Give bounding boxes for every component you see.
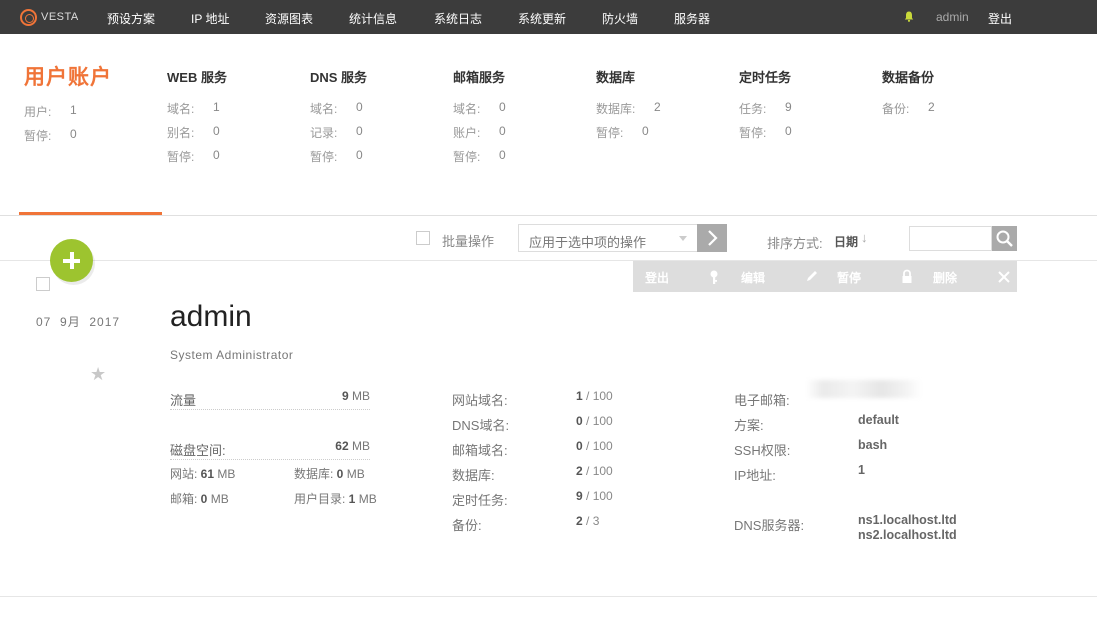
stat-dns-suspended: 暂停: 0 — [310, 148, 363, 164]
star-icon[interactable]: ★ — [90, 364, 106, 385]
package-value: default — [858, 413, 899, 427]
nav-item-packages[interactable]: 预设方案 — [107, 10, 155, 27]
email-label: 电子邮箱: — [734, 393, 790, 408]
apply-bulk-action-button[interactable] — [697, 224, 727, 252]
nav-item-firewall[interactable]: 防火墙 — [602, 10, 638, 27]
stat-web-domains: 域名: 1 — [167, 100, 220, 116]
bulk-action-select[interactable]: 应用于选中项的操作 — [518, 224, 698, 252]
login-as-button[interactable]: 登出 — [633, 261, 729, 292]
stat-users: 用户: 1 — [24, 103, 77, 119]
stat-dns-records: 记录: 0 — [310, 124, 363, 140]
traffic-label: 流量 — [170, 393, 197, 408]
limit-web-domains-value: 1 / 100 — [576, 389, 613, 403]
chevron-down-icon — [679, 236, 687, 241]
ip-value: 1 — [858, 463, 865, 477]
disk-value: 62 MB — [335, 439, 370, 453]
limit-mail-domains-value: 0 / 100 — [576, 439, 613, 453]
nav-item-log[interactable]: 系统日志 — [434, 10, 482, 27]
nav-item-server[interactable]: 服务器 — [674, 10, 710, 27]
dns-servers-label: DNS服务器: — [734, 518, 805, 533]
sort-direction-arrow-icon[interactable]: ↓ — [861, 230, 868, 245]
stat-users-suspended: 暂停: 0 — [24, 127, 77, 143]
tab-dns[interactable]: DNS 服务 — [310, 67, 367, 86]
delete-button[interactable]: 删除 — [921, 261, 1017, 292]
logout-link[interactable]: 登出 — [988, 10, 1012, 27]
limit-backups-value: 2 / 3 — [576, 514, 600, 528]
stat-mail-domains: 域名: 0 — [453, 100, 506, 116]
limit-dns-domains-label: DNS域名: — [452, 418, 510, 433]
disk-db: 数据库: 0 MB — [294, 467, 365, 481]
stat-web-suspended: 暂停: 0 — [167, 148, 220, 164]
search-icon — [996, 230, 1013, 247]
ssh-value: bash — [858, 438, 888, 452]
sort-label: 排序方式: — [767, 236, 823, 251]
logo-icon — [20, 8, 37, 26]
email-value-redacted — [806, 380, 922, 398]
limit-backups-label: 备份: — [452, 518, 482, 533]
row-select-checkbox[interactable] — [36, 277, 50, 291]
tab-users[interactable]: 用户账户 — [24, 61, 112, 91]
stat-mail-accounts: 账户: 0 — [453, 124, 506, 140]
stat-cron-jobs: 任务: 9 — [739, 100, 792, 116]
search-input[interactable] — [909, 226, 992, 251]
nav-item-stats[interactable]: 统计信息 — [349, 10, 397, 27]
nav-item-graphs[interactable]: 资源图表 — [265, 10, 313, 27]
bulk-select-all-checkbox[interactable] — [416, 231, 430, 245]
stat-db-count: 数据库: 2 — [596, 100, 661, 116]
stat-dns-domains: 域名: 0 — [310, 100, 363, 116]
limit-cron-value: 9 / 100 — [576, 489, 613, 503]
limit-databases-label: 数据库: — [452, 468, 495, 483]
bulk-action-label: 批量操作 — [442, 234, 495, 249]
divider — [0, 215, 1097, 216]
stat-web-aliases: 别名: 0 — [167, 124, 220, 140]
tab-backup[interactable]: 数据备份 — [882, 67, 934, 86]
tab-db[interactable]: 数据库 — [596, 67, 635, 86]
edit-button[interactable]: 编辑 — [729, 261, 825, 292]
lock-icon — [902, 269, 912, 283]
stat-db-suspended: 暂停: 0 — [596, 124, 649, 140]
user-description: System Administrator — [170, 348, 294, 362]
ns2-value: ns2.localhost.ltd — [858, 528, 957, 542]
sort-field-select[interactable]: 日期 — [834, 233, 858, 250]
ssh-label: SSH权限: — [734, 443, 791, 458]
traffic-value: 9 MB — [341, 389, 370, 403]
tab-web[interactable]: WEB 服务 — [167, 67, 227, 86]
limit-dns-domains-value: 0 / 100 — [576, 414, 613, 428]
limit-mail-domains-label: 邮箱域名: — [452, 443, 508, 458]
tab-cron[interactable]: 定时任务 — [739, 67, 791, 86]
disk-web: 网站: 61 MB — [170, 467, 236, 481]
stat-cron-suspended: 暂停: 0 — [739, 124, 792, 140]
package-label: 方案: — [734, 418, 764, 433]
limit-cron-label: 定时任务: — [452, 493, 508, 508]
disk-label: 磁盘空间: — [170, 443, 226, 458]
suspend-button[interactable]: 暂停 — [825, 261, 921, 292]
created-date: 07 9月 2017 — [36, 315, 121, 329]
row-actions-bar: 登出 编辑 暂停 删除 — [633, 261, 1017, 292]
current-user-link[interactable]: admin — [936, 10, 969, 24]
stat-backups: 备份: 2 — [882, 100, 935, 116]
logo-text: VESTA — [41, 11, 79, 23]
stat-mail-suspended: 暂停: 0 — [453, 148, 506, 164]
disk-home: 用户目录: 1 MB — [294, 492, 377, 506]
ns1-value: ns1.localhost.ltd — [858, 513, 957, 527]
add-user-button[interactable] — [50, 239, 93, 282]
nav-item-updates[interactable]: 系统更新 — [518, 10, 566, 27]
close-icon — [998, 271, 1010, 283]
vesta-logo[interactable]: VESTA — [20, 8, 79, 26]
search-button[interactable] — [992, 226, 1017, 251]
divider — [0, 596, 1097, 597]
tab-mail[interactable]: 邮箱服务 — [453, 67, 505, 86]
disk-mail: 邮箱: 0 MB — [170, 492, 229, 506]
limit-web-domains-label: 网站域名: — [452, 393, 508, 408]
nav-item-ip[interactable]: IP 地址 — [191, 10, 229, 27]
top-navbar: VESTA 预设方案 IP 地址 资源图表 统计信息 系统日志 系统更新 防火墙… — [0, 0, 1097, 34]
limit-databases-value: 2 / 100 — [576, 464, 613, 478]
user-name: admin — [170, 300, 252, 333]
pencil-icon — [807, 271, 817, 281]
ip-label: IP地址: — [734, 468, 776, 483]
chevron-right-icon — [708, 230, 718, 246]
key-icon — [710, 270, 718, 284]
bell-icon[interactable] — [904, 11, 914, 22]
